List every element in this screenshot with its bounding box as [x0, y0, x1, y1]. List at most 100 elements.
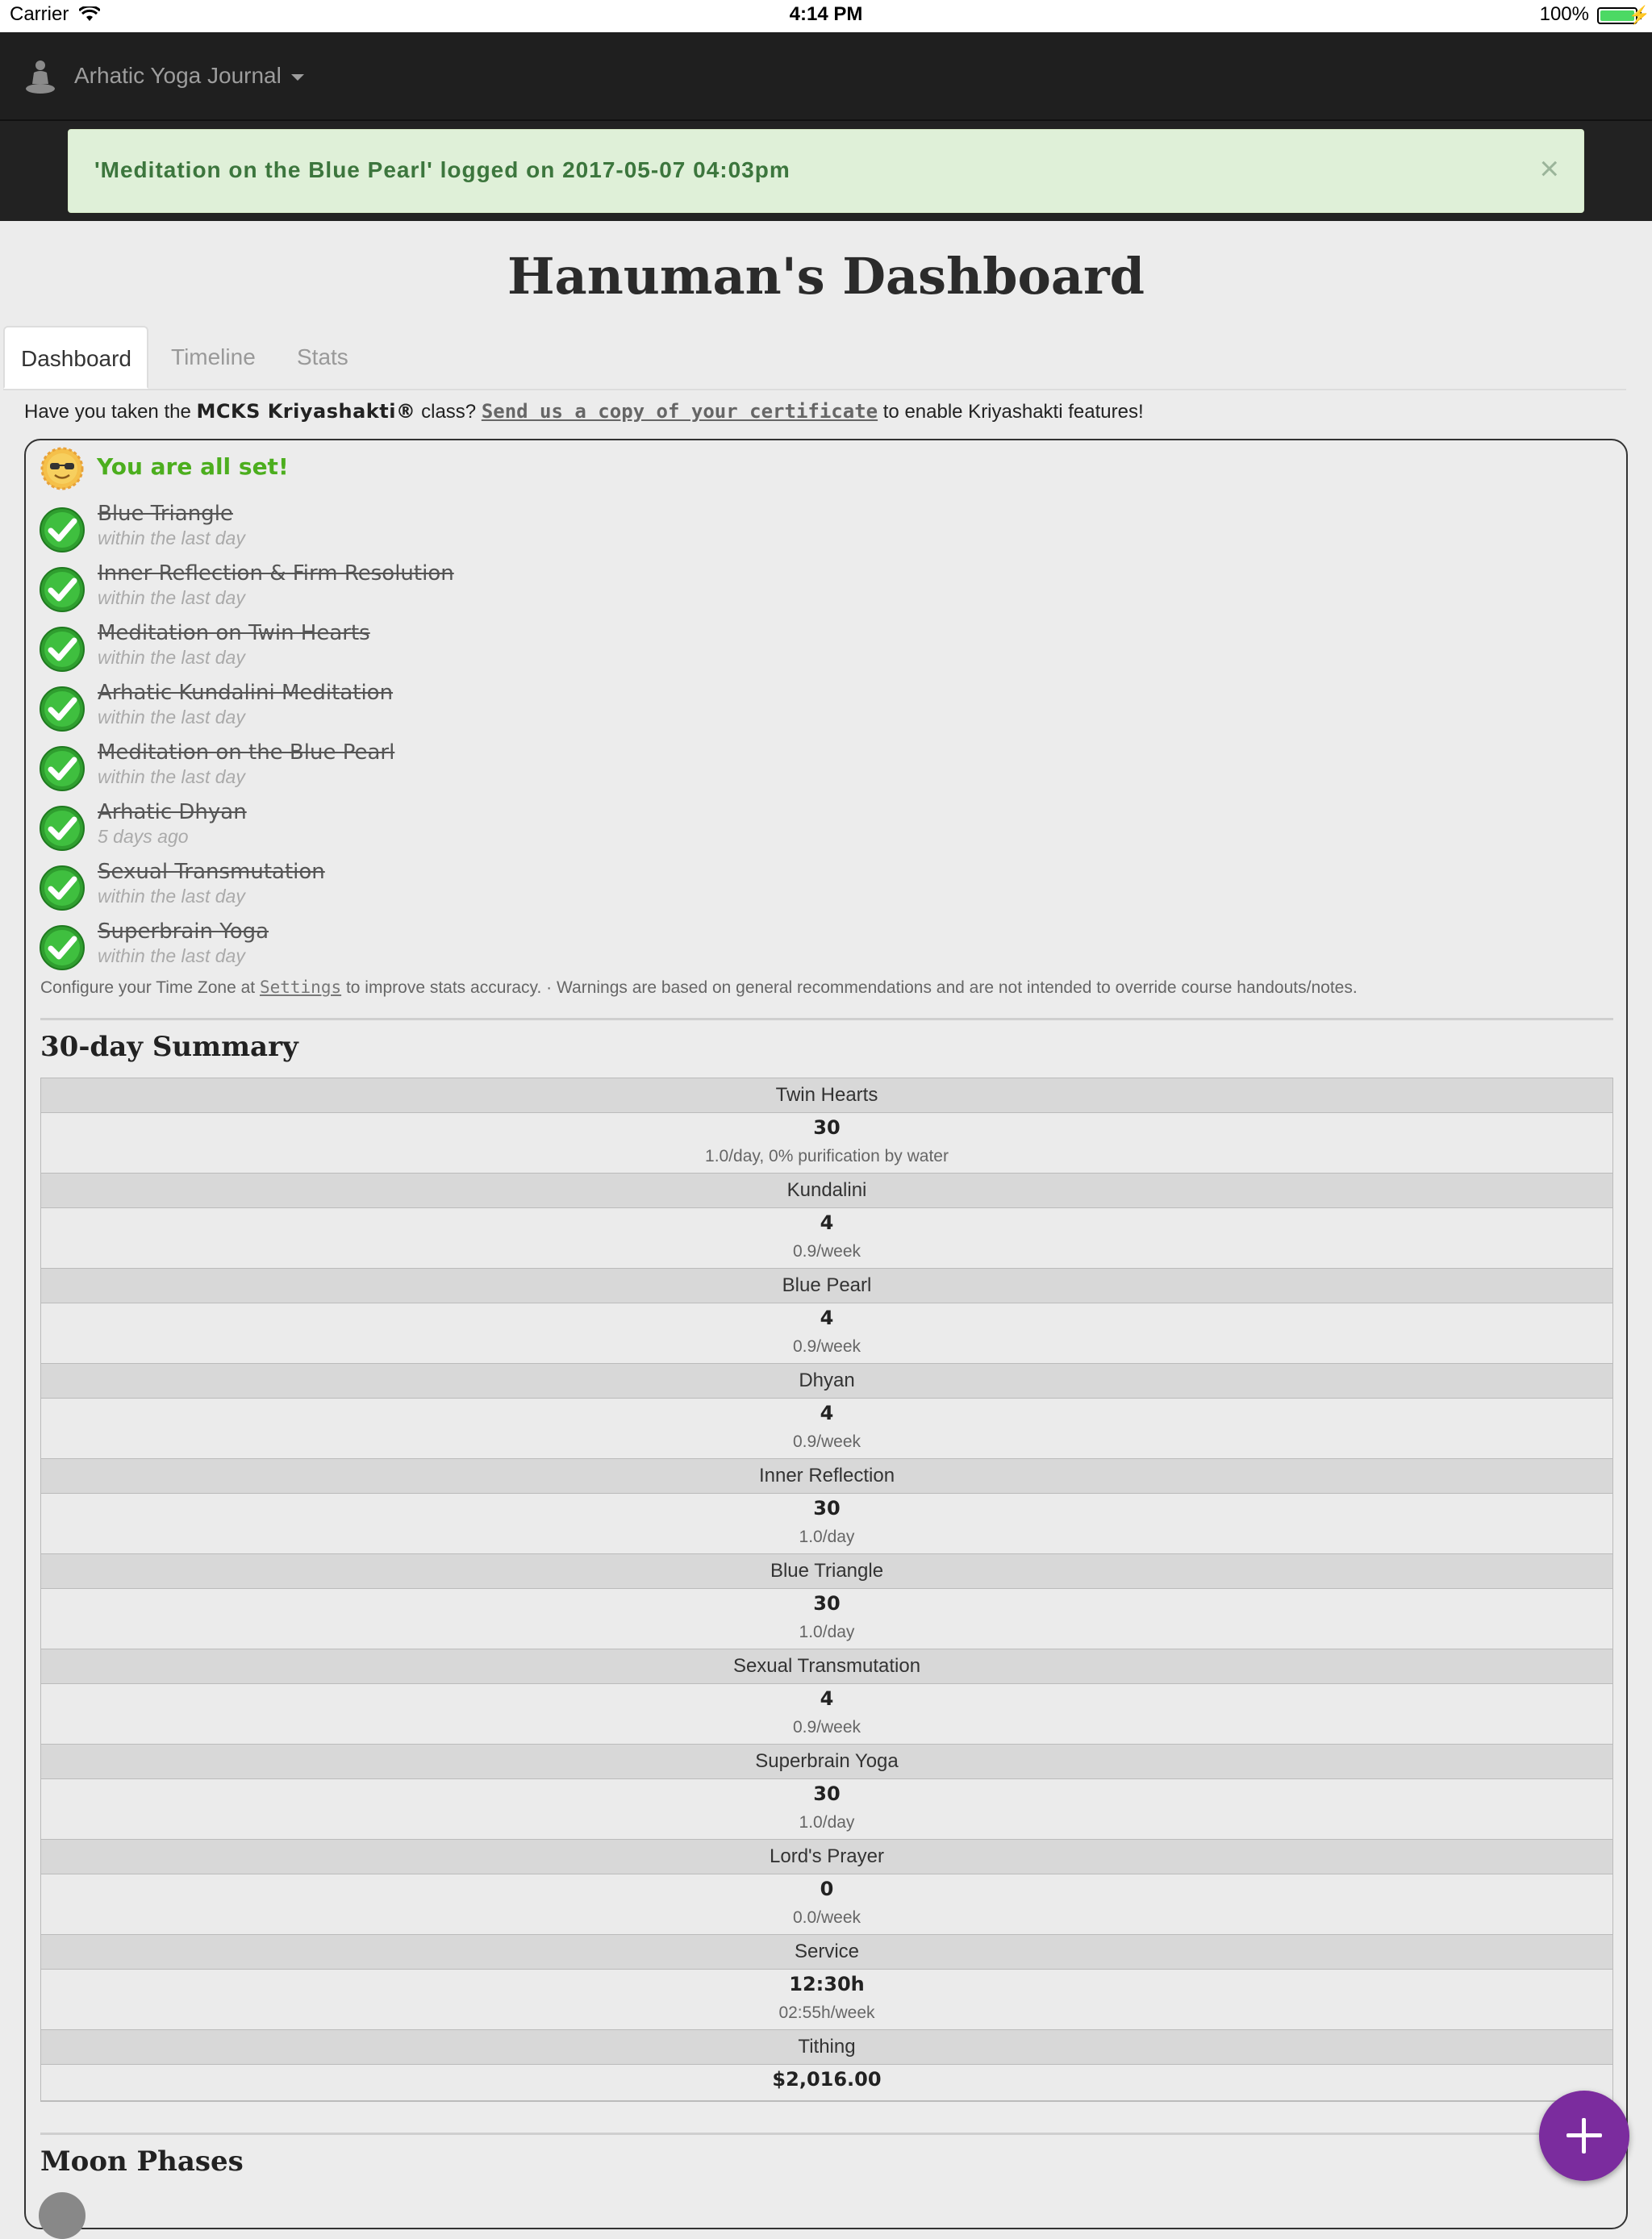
- settings-link[interactable]: Settings: [260, 978, 341, 997]
- summary-value: $2,016.00: [772, 2068, 882, 2091]
- app-menu-dropdown[interactable]: Arhatic Yoga Journal: [74, 63, 304, 89]
- summary-row-header: Blue Pearl: [41, 1269, 1612, 1303]
- summary-row-header: Dhyan: [41, 1364, 1612, 1399]
- send-certificate-link[interactable]: Send us a copy of your certificate: [482, 400, 878, 423]
- summary-value: 4: [820, 1307, 834, 1329]
- green-checkmark-icon: [40, 746, 85, 791]
- summary-value: 4: [820, 1211, 834, 1234]
- moon-icon: [39, 2192, 86, 2239]
- summary-value: 12:30h: [789, 1973, 865, 1995]
- practice-name: Sexual Transmutation: [98, 860, 325, 884]
- summary-row-header: Sexual Transmutation: [41, 1649, 1612, 1684]
- practice-time: within the last day: [98, 587, 245, 608]
- practice-time: within the last day: [98, 527, 245, 548]
- checklist-item: Inner Reflection & Firm Resolution withi…: [39, 561, 765, 621]
- summary-row-body: 30 1.0/day: [41, 1494, 1612, 1554]
- summary-row-body: 4 0.9/week: [41, 1208, 1612, 1269]
- summary-row-header: Lord's Prayer: [41, 1840, 1612, 1874]
- close-icon[interactable]: ×: [1539, 149, 1559, 188]
- notice-text: class?: [415, 401, 482, 423]
- green-checkmark-icon: [40, 507, 85, 552]
- practice-time: within the last day: [98, 647, 245, 668]
- summary-rate: 0.9/week: [792, 1432, 861, 1451]
- summary-value: 30: [813, 1497, 841, 1520]
- green-checkmark-icon: [40, 627, 85, 672]
- summary-table: Twin Hearts 30 1.0/day, 0% purification …: [40, 1078, 1613, 2102]
- summary-value: 30: [813, 1782, 841, 1805]
- add-entry-button[interactable]: [1539, 2091, 1629, 2181]
- checklist-item: Superbrain Yoga within the last day: [39, 919, 765, 979]
- practice-time: within the last day: [98, 707, 245, 728]
- summary-row-body: 4 0.9/week: [41, 1399, 1612, 1459]
- summary-row-header: Superbrain Yoga: [41, 1745, 1612, 1779]
- summary-row-header: Tithing: [41, 2030, 1612, 2065]
- checklist-item: Arhatic Kundalini Meditation within the …: [39, 681, 765, 740]
- green-checkmark-icon: [40, 865, 85, 911]
- checklist-item: Meditation on Twin Hearts within the las…: [39, 621, 765, 681]
- summary-row-header: Blue Triangle: [41, 1554, 1612, 1589]
- notice-text: Have you taken the: [24, 401, 197, 423]
- summary-rate: 0.0/week: [792, 1908, 861, 1927]
- tab-stats[interactable]: Stats: [281, 326, 365, 389]
- summary-row-body: 30 1.0/day: [41, 1589, 1612, 1649]
- summary-row-header: Kundalini: [41, 1174, 1612, 1208]
- green-checkmark-icon: [40, 806, 85, 851]
- page-title: Hanuman's Dashboard: [507, 247, 1145, 306]
- note-text: Configure your Time Zone at: [40, 978, 260, 997]
- divider: [40, 2133, 1613, 2135]
- practice-name: Inner Reflection & Firm Resolution: [98, 561, 454, 586]
- summary-value: 30: [813, 1592, 841, 1615]
- practice-name: Arhatic Kundalini Meditation: [98, 681, 394, 705]
- summary-value: 30: [813, 1116, 841, 1139]
- summary-row-body: 12:30h 02:55h/week: [41, 1970, 1612, 2030]
- summary-rate: 1.0/day: [799, 1623, 855, 1641]
- summary-row-body: 30 1.0/day, 0% purification by water: [41, 1113, 1612, 1174]
- summary-row-body: $2,016.00: [41, 2065, 1612, 2101]
- caret-down-icon: [290, 73, 304, 81]
- summary-rate: 1.0/day: [799, 1813, 855, 1832]
- navbar: Arhatic Yoga Journal: [0, 32, 1652, 121]
- summary-rate: 0.9/week: [792, 1718, 861, 1737]
- success-alert: 'Meditation on the Blue Pearl' logged on…: [68, 129, 1584, 213]
- checklist-item: Arhatic Dhyan 5 days ago: [39, 800, 765, 860]
- practice-time: within the last day: [98, 766, 245, 787]
- course-name: MCKS Kriyashakti®: [196, 400, 416, 423]
- green-checkmark-icon: [40, 925, 85, 970]
- tab-bar: Dashboard Timeline Stats: [3, 326, 1626, 390]
- summary-row-body: 30 1.0/day: [41, 1779, 1612, 1840]
- meditation-icon: [26, 60, 55, 94]
- practice-name: Blue Triangle: [98, 502, 233, 526]
- divider: [40, 1018, 1613, 1020]
- status-bar: Carrier 4:14 PM 100% ⚡: [0, 0, 1652, 32]
- timezone-note: Configure your Time Zone at Settings to …: [40, 978, 1358, 998]
- summary-row-header: Twin Hearts: [41, 1078, 1612, 1113]
- summary-title: 30-day Summary: [40, 1031, 298, 1063]
- checklist-item: Blue Triangle within the last day: [39, 502, 765, 561]
- practice-name: Meditation on Twin Hearts: [98, 621, 370, 645]
- notice-text: to enable Kriyashakti features!: [878, 401, 1144, 423]
- battery-percent: 100%: [1539, 3, 1589, 25]
- summary-rate: 1.0/day, 0% purification by water: [705, 1147, 949, 1165]
- kriyashakti-notice: Have you taken the MCKS Kriyashakti® cla…: [24, 400, 1144, 423]
- tab-timeline[interactable]: Timeline: [155, 326, 272, 389]
- alert-message: 'Meditation on the Blue Pearl' logged on…: [94, 157, 791, 182]
- practice-name: Meditation on the Blue Pearl: [98, 740, 395, 765]
- summary-value: 4: [820, 1402, 834, 1424]
- summary-rate: 02:55h/week: [778, 2003, 875, 2022]
- summary-rate: 1.0/day: [799, 1528, 855, 1546]
- app-title: Arhatic Yoga Journal: [74, 63, 282, 88]
- checklist-item: Sexual Transmutation within the last day: [39, 860, 765, 919]
- practice-name: Arhatic Dhyan: [98, 800, 247, 824]
- charging-icon: ⚡: [1628, 5, 1650, 25]
- summary-row-header: Inner Reflection: [41, 1459, 1612, 1494]
- summary-row-body: 4 0.9/week: [41, 1303, 1612, 1364]
- summary-rate: 0.9/week: [792, 1242, 861, 1261]
- practice-time: within the last day: [98, 886, 245, 907]
- moon-phases-title: Moon Phases: [40, 2145, 244, 2178]
- note-text: to improve stats accuracy. · Warnings ar…: [341, 978, 1358, 997]
- tab-dashboard[interactable]: Dashboard: [3, 326, 148, 389]
- green-checkmark-icon: [40, 567, 85, 612]
- practice-time: 5 days ago: [98, 826, 189, 847]
- clock: 4:14 PM: [789, 3, 863, 25]
- summary-row-body: 0 0.0/week: [41, 1874, 1612, 1935]
